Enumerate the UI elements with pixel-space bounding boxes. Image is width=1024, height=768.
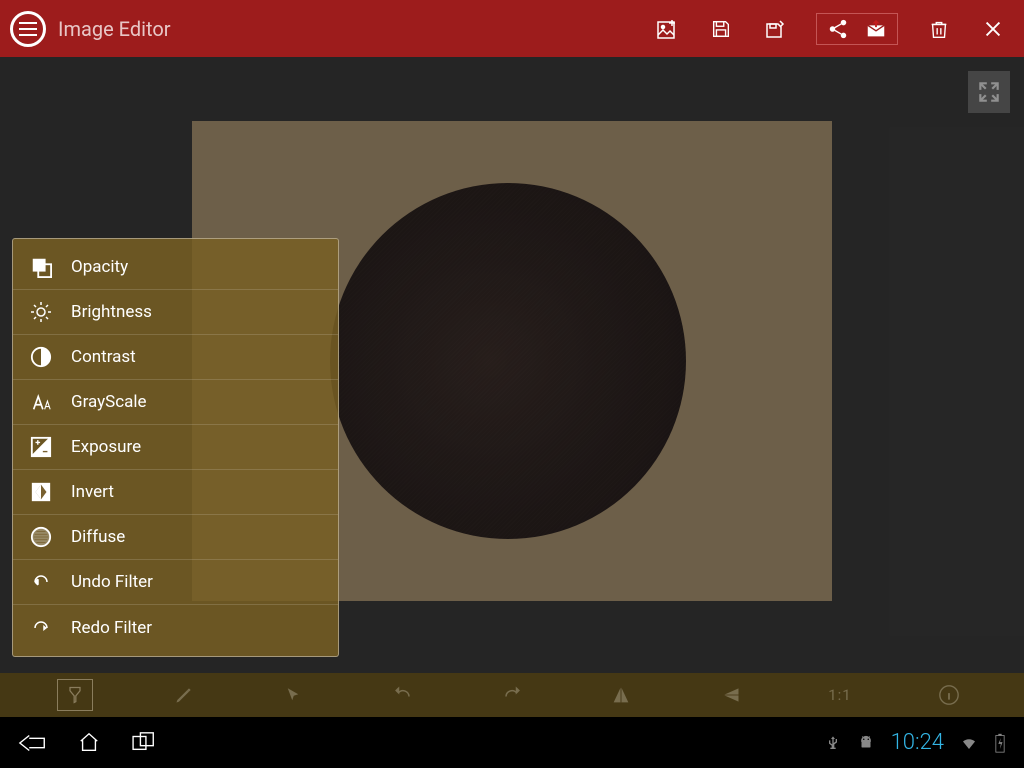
flip-vertical-button[interactable] bbox=[603, 679, 639, 711]
menu-item-undo-filter[interactable]: Undo Filter bbox=[13, 560, 338, 605]
redo-button[interactable] bbox=[494, 679, 530, 711]
wifi-icon bbox=[958, 734, 980, 752]
battery-charging-icon bbox=[994, 733, 1006, 753]
select-tool-button[interactable] bbox=[275, 679, 311, 711]
menu-item-contrast[interactable]: Contrast bbox=[13, 335, 338, 380]
undo-button[interactable] bbox=[385, 679, 421, 711]
diffuse-icon bbox=[29, 525, 53, 549]
menu-item-label: Contrast bbox=[71, 347, 136, 367]
close-icon[interactable] bbox=[980, 16, 1006, 42]
status-bar-right: 10:24 bbox=[825, 730, 1006, 755]
menu-item-diffuse[interactable]: Diffuse bbox=[13, 515, 338, 560]
redo-icon bbox=[29, 616, 53, 640]
menu-item-brightness[interactable]: Brightness bbox=[13, 290, 338, 335]
recent-apps-button[interactable] bbox=[130, 731, 160, 755]
image-content bbox=[330, 183, 686, 539]
menu-item-invert[interactable]: Invert bbox=[13, 470, 338, 515]
bottom-toolbar: 1:1 bbox=[0, 673, 1024, 717]
menu-item-label: Exposure bbox=[71, 437, 141, 457]
share-group bbox=[816, 13, 898, 45]
menu-item-label: Brightness bbox=[71, 302, 152, 322]
brightness-icon bbox=[29, 300, 53, 324]
android-nav-bar: 10:24 bbox=[0, 717, 1024, 768]
app-title: Image Editor bbox=[58, 17, 642, 41]
menu-item-label: Undo Filter bbox=[71, 572, 153, 592]
email-icon[interactable] bbox=[863, 16, 889, 42]
filter-tool-button[interactable] bbox=[57, 679, 93, 711]
home-button[interactable] bbox=[76, 731, 102, 755]
menu-item-opacity[interactable]: Opacity bbox=[13, 245, 338, 290]
app-header: Image Editor bbox=[0, 0, 1024, 57]
back-button[interactable] bbox=[18, 731, 48, 755]
aspect-ratio-button[interactable]: 1:1 bbox=[822, 679, 858, 711]
menu-item-exposure[interactable]: Exposure bbox=[13, 425, 338, 470]
menu-item-label: Diffuse bbox=[71, 527, 125, 547]
add-image-icon[interactable] bbox=[654, 16, 680, 42]
menu-item-grayscale[interactable]: GrayScale bbox=[13, 380, 338, 425]
menu-item-label: Opacity bbox=[71, 257, 128, 277]
draw-tool-button[interactable] bbox=[166, 679, 202, 711]
share-icon[interactable] bbox=[825, 16, 851, 42]
menu-item-label: GrayScale bbox=[71, 392, 147, 412]
info-button[interactable] bbox=[931, 679, 967, 711]
contrast-icon bbox=[29, 345, 53, 369]
flip-horizontal-button[interactable] bbox=[713, 679, 749, 711]
undo-icon bbox=[29, 570, 53, 594]
clock-time: 10:24 bbox=[891, 730, 944, 755]
menu-item-redo-filter[interactable]: Redo Filter bbox=[13, 605, 338, 650]
header-actions bbox=[654, 13, 1014, 45]
usb-icon bbox=[825, 733, 841, 753]
menu-item-label: Redo Filter bbox=[71, 618, 152, 638]
opacity-icon bbox=[29, 255, 53, 279]
exposure-icon bbox=[29, 435, 53, 459]
filter-menu-panel: Opacity Brightness Contrast GrayScale Ex… bbox=[12, 238, 339, 657]
save-icon[interactable] bbox=[708, 16, 734, 42]
invert-icon bbox=[29, 480, 53, 504]
hamburger-menu-button[interactable] bbox=[10, 11, 46, 47]
android-icon bbox=[855, 734, 877, 752]
save-as-icon[interactable] bbox=[762, 16, 788, 42]
grayscale-icon bbox=[29, 390, 53, 414]
delete-icon[interactable] bbox=[926, 16, 952, 42]
menu-item-label: Invert bbox=[71, 482, 114, 502]
fullscreen-button[interactable] bbox=[968, 71, 1010, 113]
